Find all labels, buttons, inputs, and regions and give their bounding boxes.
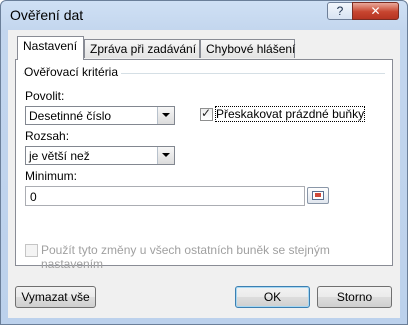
chevron-down-icon[interactable]: [157, 107, 174, 124]
range-select-icon[interactable]: [307, 187, 329, 204]
apply-all-label: Použít tyto změny u všech ostatních buně…: [41, 243, 330, 271]
validation-criteria-title: Ověřovací kritéria: [24, 65, 122, 79]
tab-error-alert-label: Chybové hlášení: [206, 42, 296, 56]
tab-input-message-label: Zpráva při zadávání: [90, 42, 197, 56]
data-validation-dialog: Ověření dat ? ✕ Nastavení Zpráva při zad…: [0, 0, 408, 325]
tab-settings-label: Nastavení: [23, 39, 78, 53]
data-dropdown[interactable]: je větší než: [25, 146, 175, 165]
allow-label: Povolit:: [25, 89, 65, 103]
tab-error-alert[interactable]: Chybové hlášení: [200, 39, 295, 58]
close-button[interactable]: ✕: [352, 2, 399, 20]
ignore-blank-label[interactable]: Přeskakovat prázdné buňky: [214, 106, 366, 122]
clear-all-button[interactable]: Vymazat vše: [15, 286, 96, 308]
data-label: Rozsah:: [25, 129, 70, 143]
dialog-client-area: Nastavení Zpráva při zadávání Chybové hl…: [8, 30, 400, 318]
apply-all-checkbox[interactable]: [25, 244, 38, 257]
title-bar[interactable]: Ověření dat ? ✕: [1, 1, 407, 29]
minimum-label: Minimum:: [25, 169, 78, 183]
cancel-button-label: Storno: [336, 290, 373, 304]
tab-input-message[interactable]: Zpráva při zadávání: [84, 39, 200, 58]
allow-dropdown-value: Desetinné číslo: [29, 109, 112, 123]
help-button[interactable]: ?: [327, 2, 353, 20]
ok-button-label: OK: [263, 290, 282, 304]
allow-dropdown[interactable]: Desetinné číslo: [25, 106, 175, 125]
chevron-down-icon[interactable]: [157, 147, 174, 164]
ignore-blank-checkbox[interactable]: [200, 106, 213, 121]
data-dropdown-value: je větší než: [29, 149, 90, 163]
clear-all-button-label: Vymazat vše: [21, 290, 90, 304]
window-title: Ověření dat: [10, 7, 84, 23]
cancel-button[interactable]: Storno: [317, 286, 392, 308]
tab-settings[interactable]: Nastavení: [17, 36, 84, 60]
ok-button[interactable]: OK: [235, 286, 310, 308]
minimum-input-value: 0: [30, 190, 37, 204]
settings-tab-panel: Ověřovací kritéria Povolit: Desetinné čí…: [15, 59, 393, 271]
minimum-input[interactable]: 0: [25, 186, 305, 206]
validation-criteria-group: Ověřovací kritéria: [23, 65, 385, 260]
